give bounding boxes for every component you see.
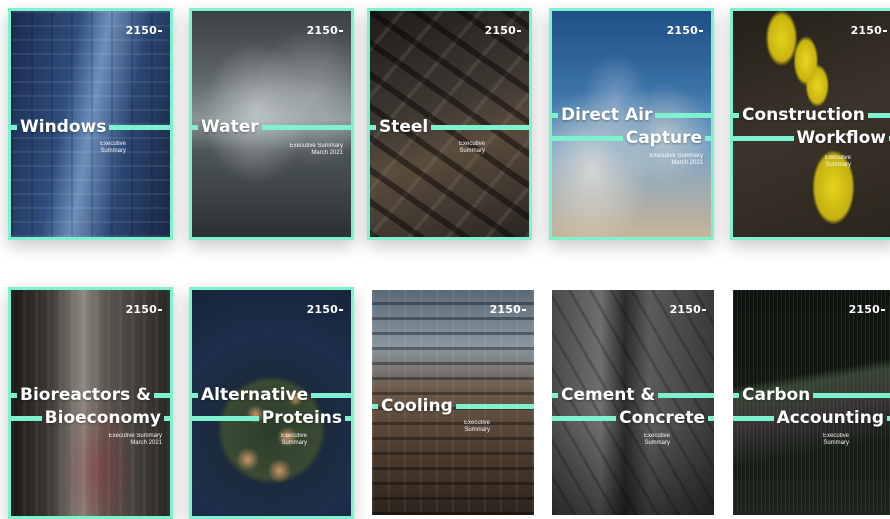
brand-logo: 2150 [126,24,162,37]
title-line-1: Cement & [552,384,714,406]
executive-summary-label: Executive Summary [280,433,307,446]
report-card-direct-air-capture[interactable]: 2150 Direct Air Capture Executive Summar… [549,8,714,240]
brand-logo: 2150 [307,303,343,316]
report-card-alternative-proteins[interactable]: 2150 Alternative Proteins Executive Summa… [189,287,354,519]
brand-logo: 2150 [490,303,526,316]
report-card-carbon-accounting[interactable]: 2150 Carbon Accounting Executive Summary [733,290,890,515]
executive-summary-label: Executive Summary March 2021 [289,143,343,156]
executive-summary-label: Executive Summary [463,420,490,433]
title-line-1: Construction [733,104,890,126]
executive-summary-label: Executive Summary [458,141,485,154]
title-line-2: Concrete [552,407,714,429]
title-line-1: Windows [11,116,170,138]
executive-summary-label: Executive Summary [822,433,849,446]
title-line-1: Carbon [733,384,890,406]
report-card-construction-workflow[interactable]: 2150 Construction Workflow Executive Summ… [730,8,890,240]
title-line-1: Bioreactors & [11,384,170,406]
title-line-2: Proteins [192,407,351,429]
brand-logo: 2150 [851,24,887,37]
title-line-2: Bioeconomy [11,407,170,429]
title-line-1: Water [192,116,351,138]
title-line-1: Direct Air [552,104,711,126]
title-line-2: Workflow [733,127,890,149]
brand-logo: 2150 [126,303,162,316]
brand-logo: 2150 [849,303,885,316]
brand-logo: 2150 [667,24,703,37]
executive-summary-label: Executive Summary March 2021 [108,433,162,446]
title-line-2: Capture [552,127,711,149]
title-line-1: Steel [370,116,529,138]
report-card-cement-concrete[interactable]: 2150 Cement & Concrete Executive Summary [552,290,714,515]
report-card-cooling[interactable]: 2150 Cooling Executive Summary [372,290,534,515]
title-line-1: Alternative [192,384,351,406]
report-card-windows[interactable]: 2150 Windows Executive Summary [8,8,173,240]
report-card-bioreactors[interactable]: 2150 Bioreactors & Bioeconomy Executive … [8,287,173,519]
report-card-water[interactable]: 2150 Water Executive Summary March 2021 [189,8,354,240]
brand-logo: 2150 [307,24,343,37]
title-line-2: Accounting [733,407,890,429]
executive-summary-label: Executive Summary [824,155,851,168]
executive-summary-label: Executive Summary [643,433,670,446]
brand-logo: 2150 [670,303,706,316]
title-line-1: Cooling [372,395,534,417]
executive-summary-label: Executive Summary March 2021 [649,153,703,166]
report-card-steel[interactable]: 2150 Steel Executive Summary [367,8,532,240]
executive-summary-label: Executive Summary [99,141,126,154]
brand-logo: 2150 [485,24,521,37]
